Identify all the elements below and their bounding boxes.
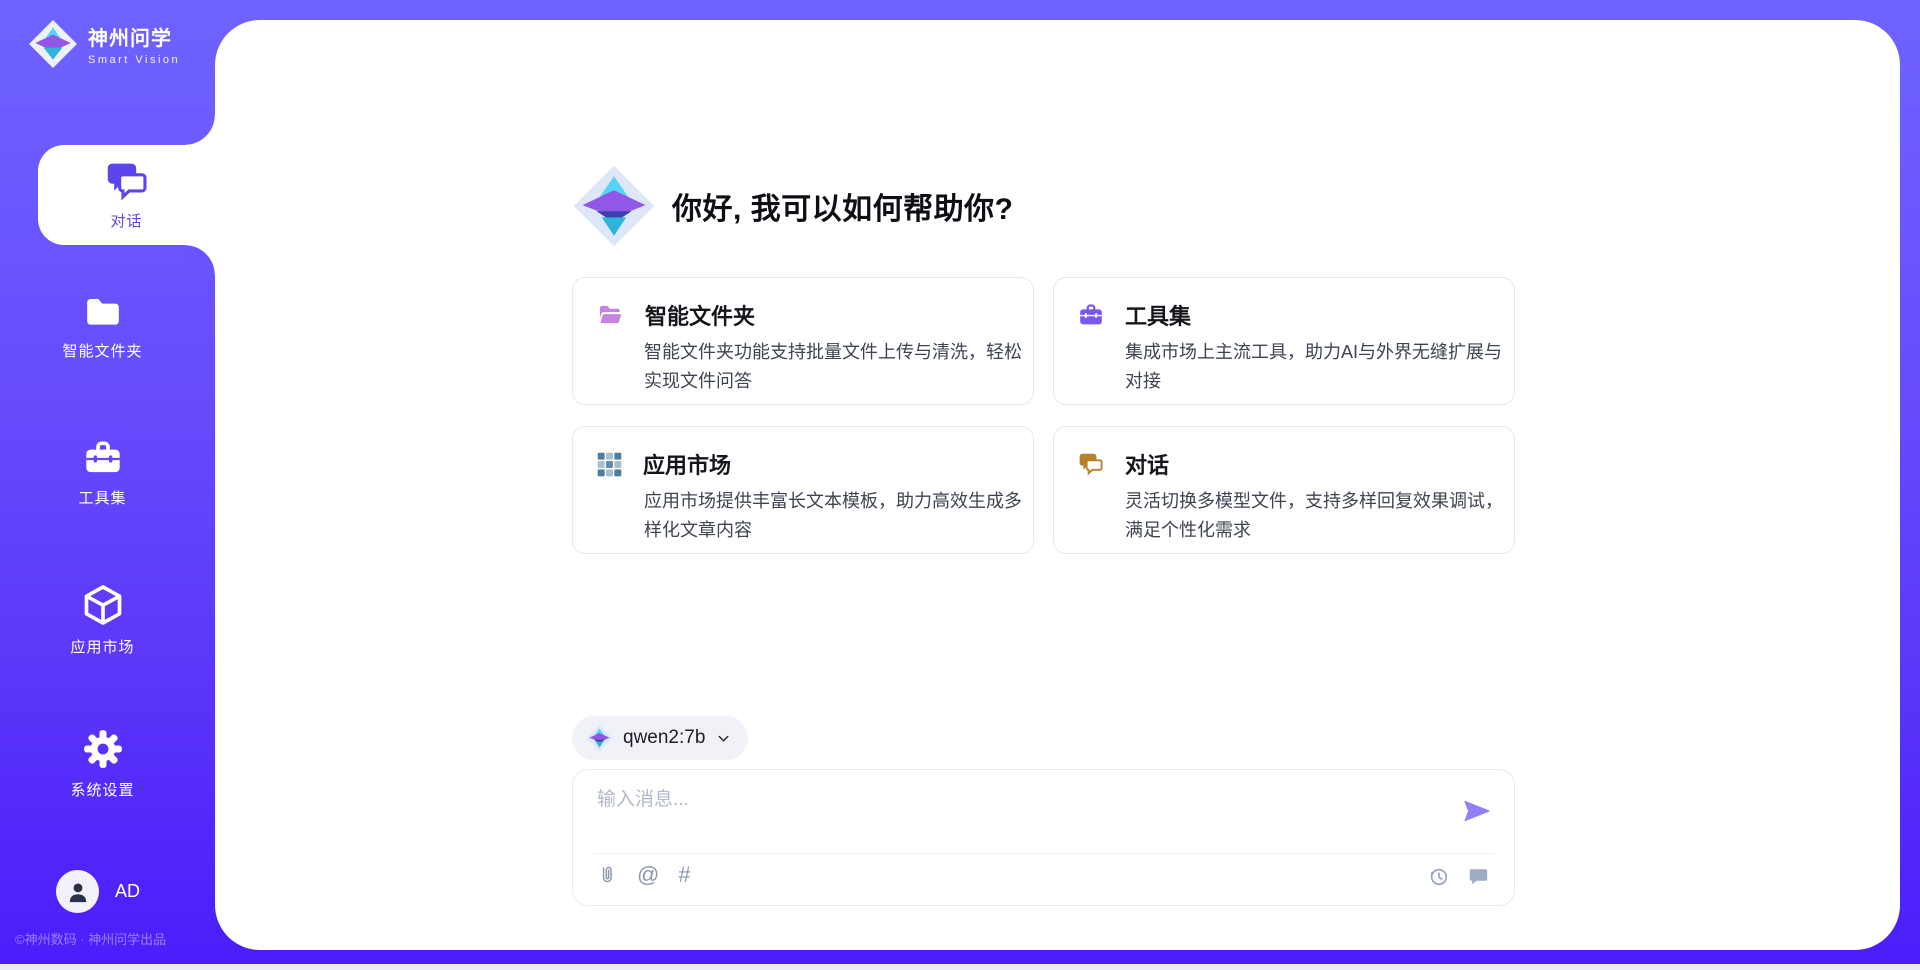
diamond-logo-icon [586,724,613,752]
main-panel: 你好, 我可以如何帮助你? 智能文件夹 智能文件夹功能支持批量文件上传与清洗，轻… [215,20,1900,950]
feature-card-app-market[interactable]: 应用市场 应用市场提供丰富长文本模板，助力高效生成多样化文章内容 [572,426,1034,554]
card-title: 智能文件夹 [645,299,755,331]
greeting-title: 你好, 我可以如何帮助你? [672,184,1014,228]
card-description: 应用市场提供丰富长文本模板，助力高效生成多样化文章内容 [644,487,1024,545]
user-avatar-icon [65,879,91,905]
composer-tools-left: @ # [597,863,691,887]
brand-subtitle: Smart Vision [88,54,180,66]
paperclip-icon[interactable] [597,864,618,887]
gear-icon [82,728,124,770]
card-description: 集成市场上主流工具，助力AI与外界无缝扩展与对接 [1125,338,1505,396]
sidebar-item-toolset[interactable]: 工具集 [0,438,205,508]
card-title: 应用市场 [643,448,731,480]
sidebar-item-app-market[interactable]: 应用市场 [0,583,205,657]
user-name: AD [115,881,140,902]
folder-icon [83,293,123,331]
sidebar-item-label: 对话 [110,210,142,231]
chat-bubble-icon[interactable] [1467,866,1490,888]
card-title: 对话 [1125,448,1169,480]
bottom-edge [0,964,1920,970]
active-tab-curve-top [185,115,215,145]
briefcase-icon [82,438,124,478]
send-icon[interactable] [1462,796,1492,826]
message-input[interactable] [597,784,1437,846]
chat-icon [1077,451,1105,477]
sidebar-item-smart-folder[interactable]: 智能文件夹 [0,293,205,361]
sidebar-item-label: 工具集 [78,487,126,508]
folder-open-icon [596,302,625,328]
greeting: 你好, 我可以如何帮助你? [572,161,1014,251]
card-title: 工具集 [1125,299,1191,331]
hash-icon[interactable]: # [678,863,690,887]
active-tab-curve-bottom [185,245,215,275]
feature-card-chat[interactable]: 对话 灵活切换多模型文件，支持多样回复效果调试，满足个性化需求 [1053,426,1515,554]
brand: 神州问学 Smart Vision [28,18,180,70]
feature-card-smart-folder[interactable]: 智能文件夹 智能文件夹功能支持批量文件上传与清洗，轻松实现文件问答 [572,277,1034,405]
sidebar-item-label: 应用市场 [70,636,134,657]
grid-icon [596,451,623,478]
brand-logo-icon [28,18,78,70]
model-name: qwen2:7b [623,727,705,749]
chevron-down-icon [715,730,732,747]
avatar [56,870,99,913]
user-profile[interactable]: AD [56,870,140,913]
sidebar: 神州问学 Smart Vision 对话 智能文件夹 [0,0,215,970]
message-composer: @ # [572,769,1515,906]
sidebar-item-chat[interactable]: 对话 [38,145,215,245]
copyright-footer: ©神州数码 · 神州问学出品 [15,929,166,948]
sidebar-item-label: 智能文件夹 [62,340,142,361]
sidebar-item-settings[interactable]: 系统设置 [0,728,205,800]
chat-icon [105,159,149,203]
briefcase-icon [1077,302,1105,328]
app-window: 神州问学 Smart Vision 对话 智能文件夹 [0,0,1920,970]
brand-name: 神州问学 [88,22,180,51]
feature-card-toolset[interactable]: 工具集 集成市场上主流工具，助力AI与外界无缝扩展与对接 [1053,277,1515,405]
card-description: 灵活切换多模型文件，支持多样回复效果调试，满足个性化需求 [1125,487,1505,545]
mention-icon[interactable]: @ [637,863,659,887]
sidebar-item-label: 系统设置 [70,779,134,800]
model-selector[interactable]: qwen2:7b [572,716,748,760]
card-description: 智能文件夹功能支持批量文件上传与清洗，轻松实现文件问答 [644,338,1024,396]
composer-tools-right [1427,865,1490,888]
cube-icon [81,583,125,627]
diamond-logo-icon [572,162,656,250]
composer-divider [593,853,1494,854]
history-icon[interactable] [1427,865,1450,888]
